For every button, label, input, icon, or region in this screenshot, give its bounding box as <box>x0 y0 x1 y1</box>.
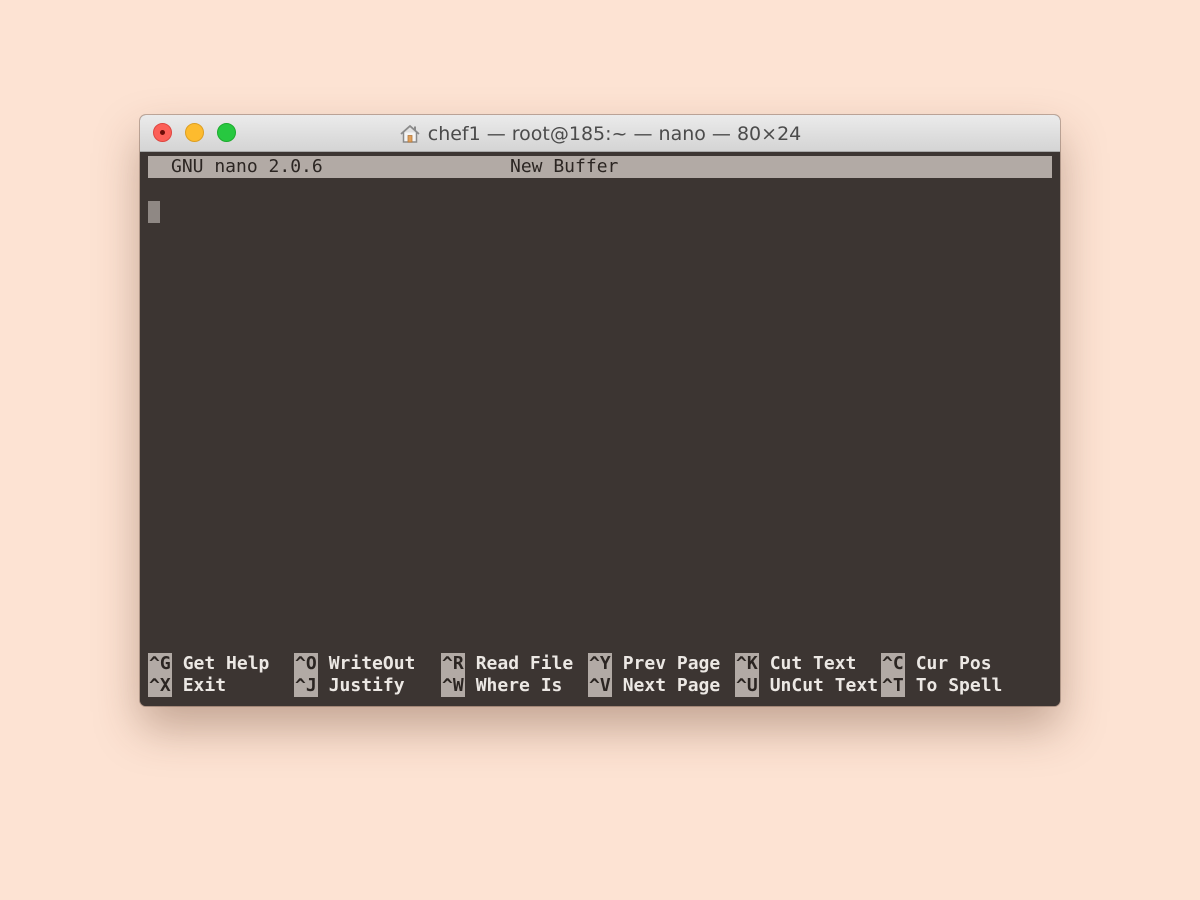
shortcut-writeout[interactable]: ^O WriteOut <box>294 653 415 675</box>
shortcut-label: WriteOut <box>328 653 416 674</box>
buffer-name: New Buffer <box>510 156 619 177</box>
shortcut-label: Justify <box>328 675 405 696</box>
terminal-window: chef1 — root@185:~ — nano — 80×24 GNU na… <box>140 115 1060 706</box>
text-cursor <box>148 201 160 223</box>
shortcut-label: Cur Pos <box>915 653 992 674</box>
shortcut-key: ^G <box>148 653 172 675</box>
shortcut-label: Where Is <box>475 675 563 696</box>
nano-version: GNU nano 2.0.6 <box>171 156 323 177</box>
shortcut-cur-pos[interactable]: ^C Cur Pos <box>881 653 992 675</box>
shortcut-read-file[interactable]: ^R Read File <box>441 653 573 675</box>
shortcut-uncut-text[interactable]: ^U UnCut Text <box>735 675 878 697</box>
shortcut-key: ^C <box>881 653 905 675</box>
shortcut-key: ^J <box>294 675 318 697</box>
terminal-content[interactable]: GNU nano 2.0.6 New Buffer ^G Get Help ^O… <box>140 152 1060 706</box>
title-bar[interactable]: chef1 — root@185:~ — nano — 80×24 <box>140 115 1060 152</box>
shortcut-cut-text[interactable]: ^K Cut Text <box>735 653 856 675</box>
shortcut-key: ^Y <box>588 653 612 675</box>
home-icon <box>400 124 420 143</box>
shortcut-justify[interactable]: ^J Justify <box>294 675 405 697</box>
shortcut-label: Read File <box>475 653 574 674</box>
shortcut-key: ^W <box>441 675 465 697</box>
shortcut-to-spell[interactable]: ^T To Spell <box>881 675 1002 697</box>
shortcut-label: Cut Text <box>769 653 857 674</box>
shortcut-label: To Spell <box>915 675 1003 696</box>
shortcut-key: ^R <box>441 653 465 675</box>
shortcut-where-is[interactable]: ^W Where Is <box>441 675 562 697</box>
shortcut-key: ^K <box>735 653 759 675</box>
shortcut-row-2: ^X Exit ^J Justify ^W Where Is ^V Next P… <box>148 675 1002 697</box>
shortcut-get-help[interactable]: ^G Get Help <box>148 653 269 675</box>
shortcut-next-page[interactable]: ^V Next Page <box>588 675 720 697</box>
shortcut-prev-page[interactable]: ^Y Prev Page <box>588 653 720 675</box>
shortcut-row-1: ^G Get Help ^O WriteOut ^R Read File ^Y … <box>148 653 992 675</box>
shortcut-label: Next Page <box>622 675 721 696</box>
shortcut-label: Exit <box>182 675 227 696</box>
shortcut-label: Get Help <box>182 653 270 674</box>
window-title: chef1 — root@185:~ — nano — 80×24 <box>427 122 802 145</box>
shortcut-key: ^U <box>735 675 759 697</box>
window-title-group: chef1 — root@185:~ — nano — 80×24 <box>140 115 1060 152</box>
shortcut-key: ^O <box>294 653 318 675</box>
shortcut-exit[interactable]: ^X Exit <box>148 675 226 697</box>
shortcut-label: Prev Page <box>622 653 721 674</box>
shortcut-key: ^V <box>588 675 612 697</box>
shortcut-key: ^X <box>148 675 172 697</box>
shortcut-key: ^T <box>881 675 905 697</box>
nano-title-bar: GNU nano 2.0.6 New Buffer <box>148 156 1052 178</box>
shortcut-label: UnCut Text <box>769 675 879 696</box>
